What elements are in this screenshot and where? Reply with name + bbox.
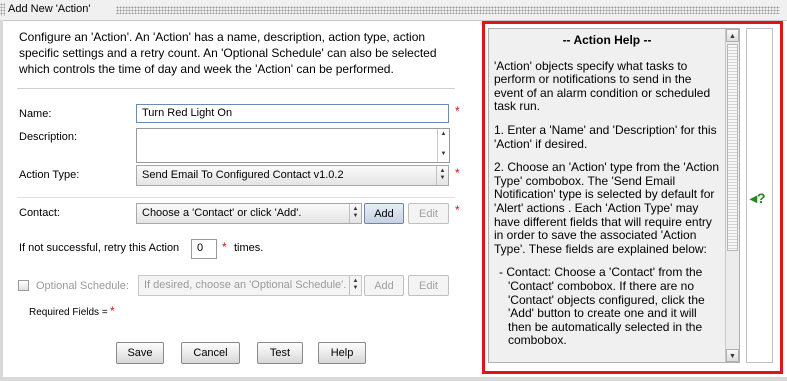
retry-required-marker: * <box>222 240 227 254</box>
name-required-marker: * <box>455 104 460 118</box>
contact-label: Contact: <box>19 207 60 219</box>
help-scrollbar[interactable]: ▲ ▼ <box>725 29 739 362</box>
scrollbar-thumb[interactable] <box>727 44 738 251</box>
help-paragraph-intro: 'Action' objects specify what tasks to p… <box>494 58 711 114</box>
title-bar[interactable]: Add New 'Action' <box>0 0 787 21</box>
optional-schedule-select[interactable]: If desired, choose an 'Optional Schedule… <box>138 275 362 296</box>
action-type-select[interactable]: Send Email To Configured Contact v1.0.2 … <box>136 165 449 186</box>
action-type-label: Action Type: <box>19 169 80 181</box>
help-button[interactable]: Help <box>318 342 366 364</box>
help-content: -- Action Help -- 'Action' objects speci… <box>494 33 720 358</box>
name-label: Name: <box>19 108 52 120</box>
save-button[interactable]: Save <box>116 342 164 364</box>
scroll-down-icon[interactable]: ▼ <box>726 349 739 362</box>
contact-value: Choose a 'Contact' or click 'Add'. <box>142 207 302 219</box>
help-paragraph-contact: - Contact: Choose a 'Contact' from the '… <box>499 265 705 348</box>
description-textarea[interactable]: ▲ ▼ <box>136 128 450 163</box>
scroll-up-icon[interactable]: ▲ <box>726 29 739 42</box>
contact-add-button[interactable]: Add <box>364 203 404 224</box>
contact-required-marker: * <box>455 203 460 217</box>
description-label: Description: <box>19 131 78 143</box>
divider-2 <box>17 197 455 198</box>
retry-count-input[interactable]: 0 <box>191 239 217 259</box>
help-paragraph-step1: 1. Enter a 'Name' and 'Description' for … <box>494 122 717 151</box>
scroll-up-icon[interactable]: ▲ <box>438 131 449 138</box>
help-title: -- Action Help -- <box>562 33 652 47</box>
chevron-updown-icon: ▲ ▼ <box>436 166 448 185</box>
retry-label: If not successful, retry this Action <box>19 242 180 254</box>
title-grip-icon <box>0 3 5 16</box>
form-description: Configure an 'Action'. An 'Action' has a… <box>19 30 437 76</box>
drag-grip[interactable] <box>116 6 780 14</box>
chevron-updown-icon: ▲ ▼ <box>349 204 361 223</box>
chevron-updown-icon: ▲ ▼ <box>349 276 361 295</box>
scroll-down-icon[interactable]: ▼ <box>438 151 449 158</box>
help-paragraph-step2: 2. Choose an 'Action' type from the 'Act… <box>494 160 719 256</box>
cancel-button[interactable]: Cancel <box>181 342 240 364</box>
window-title: Add New 'Action' <box>8 3 95 15</box>
window-frame-left <box>0 20 3 381</box>
required-fields-label: Required Fields = <box>29 307 108 318</box>
schedule-add-button[interactable]: Add <box>364 275 404 296</box>
name-input[interactable]: Turn Red Light On <box>136 104 449 123</box>
contact-edit-button[interactable]: Edit <box>408 203 449 224</box>
optional-schedule-value: If desired, choose an 'Optional Schedule… <box>144 279 347 291</box>
retry-suffix-label: times. <box>234 242 264 254</box>
description-scrollbar[interactable]: ▲ ▼ <box>437 129 449 162</box>
required-fields-marker: * <box>110 304 115 318</box>
action-type-required-marker: * <box>455 166 460 180</box>
contact-select[interactable]: Choose a 'Contact' or click 'Add'. ▲ ▼ <box>136 203 362 224</box>
window-frame-bottom <box>0 377 787 381</box>
divider <box>17 88 455 89</box>
optional-schedule-label: Optional Schedule: <box>36 280 129 292</box>
optional-schedule-checkbox[interactable] <box>18 280 29 291</box>
help-toggle-icon[interactable]: ◂? <box>750 190 766 207</box>
test-button[interactable]: Test <box>257 342 303 364</box>
action-type-value: Send Email To Configured Contact v1.0.2 <box>142 169 344 181</box>
schedule-edit-button[interactable]: Edit <box>408 275 449 296</box>
